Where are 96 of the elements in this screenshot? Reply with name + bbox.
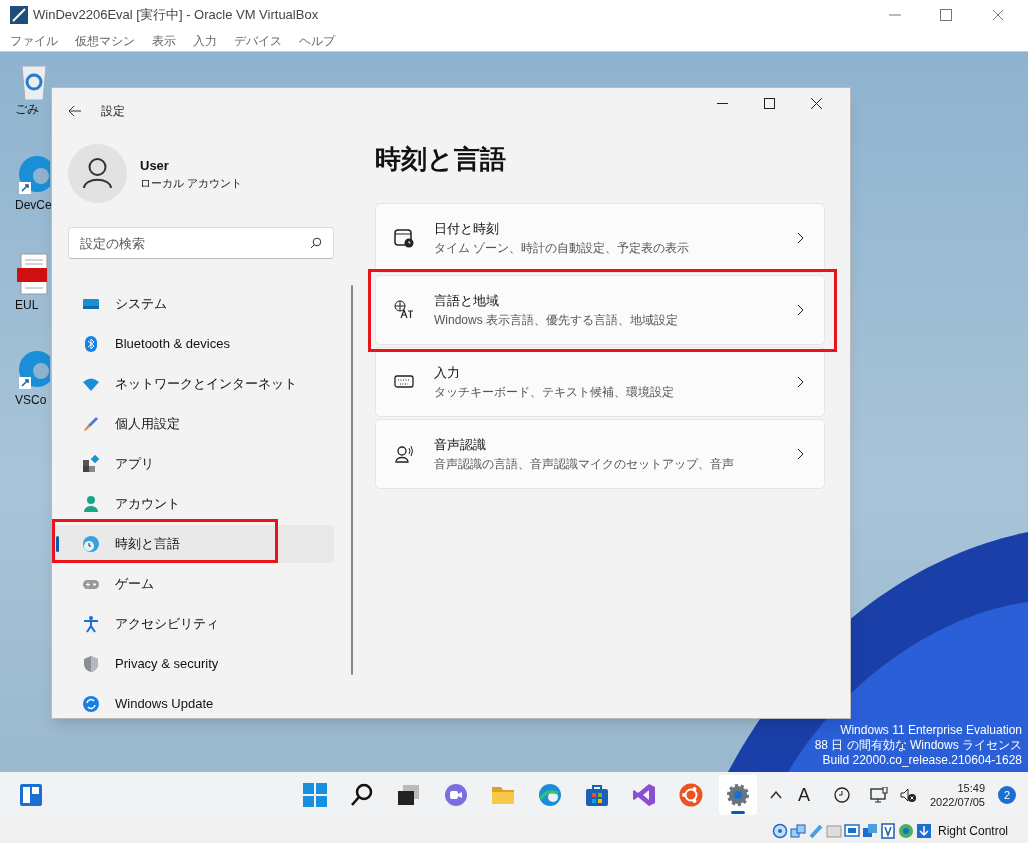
card-description: 音声認識の言語、音声認識マイクのセットアップ、音声 xyxy=(434,455,735,473)
apps-icon xyxy=(82,455,100,473)
settings-card[interactable]: 日付と時刻 タイム ゾーン、時計の自動設定、予定表の表示 xyxy=(375,203,825,273)
nav-item[interactable]: 時刻と言語 xyxy=(54,525,334,563)
notification-badge[interactable]: 2 xyxy=(998,786,1016,804)
nav-item[interactable]: ネットワークとインターネット xyxy=(54,365,334,403)
evaluation-notice: Windows 11 Enterprise Evaluation xyxy=(840,723,1022,738)
evaluation-notice: Build 22000.co_release.210604-1628 xyxy=(822,753,1022,768)
menu-item[interactable]: デバイス xyxy=(234,31,282,50)
card-title: 入力 xyxy=(434,364,461,383)
user-name: User xyxy=(140,156,170,175)
settings-icon xyxy=(726,783,750,807)
evaluation-notice: 88 日 の間有効な Windows ライセンス xyxy=(814,738,1022,753)
card-title: 言語と地域 xyxy=(434,292,500,311)
menu-item[interactable]: ファイル xyxy=(10,31,58,50)
chevron-right-icon xyxy=(797,232,804,244)
display-icon xyxy=(843,822,860,839)
desktop-icon-label[interactable]: ごみ xyxy=(15,100,39,118)
cpu-icon xyxy=(879,822,896,839)
scrollbar[interactable] xyxy=(351,285,353,675)
running-indicator xyxy=(731,811,745,814)
menu-item[interactable]: 表示 xyxy=(152,31,176,50)
card-description: Windows 表示言語、優先する言語、地域設定 xyxy=(434,311,679,329)
language-icon xyxy=(394,300,414,320)
nav-item[interactable]: ゲーム xyxy=(54,565,334,603)
clock-time[interactable]: 15:49 xyxy=(957,781,985,795)
selection-indicator xyxy=(56,536,59,552)
nav-item[interactable]: Bluetooth & devices xyxy=(54,325,334,363)
monitor-icon[interactable] xyxy=(869,787,888,803)
close-icon[interactable] xyxy=(811,97,822,109)
accessibility-icon xyxy=(82,615,100,633)
clock-icon[interactable] xyxy=(833,787,850,803)
desktop-icon-label[interactable]: DevCe xyxy=(15,196,52,214)
menu-item[interactable]: ヘルプ xyxy=(299,31,335,50)
bluetooth-icon xyxy=(82,335,100,353)
capture-icon xyxy=(861,822,878,839)
nav-item[interactable]: 個人用設定 xyxy=(54,405,334,443)
nav-item[interactable]: アカウント xyxy=(54,485,334,523)
chat-icon xyxy=(444,783,468,807)
card-description: タッチキーボード、テキスト候補、環境設定 xyxy=(434,383,675,401)
search-field[interactable]: 設定の検索 xyxy=(68,227,334,259)
nav-item[interactable]: アプリ xyxy=(54,445,334,483)
card-title: 日付と時刻 xyxy=(434,220,500,239)
chevron-up-icon[interactable] xyxy=(769,791,782,799)
settings-card[interactable]: 言語と地域 Windows 表示言語、優先する言語、地域設定 xyxy=(375,275,825,345)
network-adapter-icon xyxy=(789,822,806,839)
chevron-right-icon xyxy=(797,304,804,316)
nav-item[interactable]: Windows Update xyxy=(54,685,334,723)
nav-item[interactable]: システム xyxy=(54,285,334,323)
menu-item[interactable]: 入力 xyxy=(193,31,217,50)
page-heading: 時刻と言語 xyxy=(375,143,507,176)
time-icon xyxy=(82,535,100,553)
mouse-integration-icon xyxy=(897,822,914,839)
ubuntu-icon xyxy=(679,783,703,807)
window-title: WinDev2206Eval [実行中] - Oracle VM VirtualBox xyxy=(33,6,319,25)
clock-date[interactable]: 2022/07/05 xyxy=(929,795,985,809)
host-key-label: Right Control xyxy=(937,822,1008,840)
account-icon xyxy=(82,495,100,513)
muted-speaker-icon[interactable] xyxy=(899,787,916,803)
settings-card[interactable]: 音声認識 音声認識の言語、音声認識マイクのセットアップ、音声 xyxy=(375,419,825,489)
avatar-icon xyxy=(68,144,127,203)
card-description: タイム ゾーン、時計の自動設定、予定表の表示 xyxy=(434,239,691,257)
personalize-icon xyxy=(82,415,100,433)
back-arrow-icon[interactable] xyxy=(68,105,82,117)
search-icon xyxy=(310,237,322,249)
update-icon xyxy=(82,695,100,713)
chevron-right-icon xyxy=(797,376,804,388)
app-icon xyxy=(10,6,28,24)
search-icon xyxy=(350,783,374,807)
settings-card[interactable]: 入力 タッチキーボード、テキスト候補、環境設定 xyxy=(375,347,825,417)
account-type: ローカル アカウント xyxy=(140,176,243,191)
desktop-icon-label[interactable]: EUL xyxy=(15,296,39,314)
app-title: 設定 xyxy=(101,103,125,120)
chevron-right-icon xyxy=(797,448,804,460)
pdf-file-icon xyxy=(17,252,49,296)
disk-icon xyxy=(771,822,788,839)
shared-folder-icon xyxy=(825,822,842,839)
calendar-icon xyxy=(394,228,414,248)
desktop-icon-label[interactable]: VSCo xyxy=(15,391,47,409)
store-icon xyxy=(585,783,609,807)
nav-item[interactable]: Privacy & security xyxy=(54,645,334,683)
maximize-icon[interactable] xyxy=(764,97,775,109)
usb-icon xyxy=(807,822,824,839)
ide-icon xyxy=(632,783,656,807)
keyboard-capture-icon xyxy=(915,822,932,839)
task-view-icon xyxy=(397,783,421,807)
card-title: 音声認識 xyxy=(434,436,487,455)
browser-icon xyxy=(538,783,562,807)
input-indicator[interactable]: A xyxy=(797,781,810,809)
taskbar-button[interactable] xyxy=(719,775,757,815)
privacy-icon xyxy=(82,655,100,673)
start-icon xyxy=(303,783,327,807)
menu-item[interactable]: 仮想マシン xyxy=(75,31,135,50)
speech-icon xyxy=(394,444,414,464)
nav-item[interactable]: アクセシビリティ xyxy=(54,605,334,643)
widgets-icon[interactable] xyxy=(19,783,43,807)
